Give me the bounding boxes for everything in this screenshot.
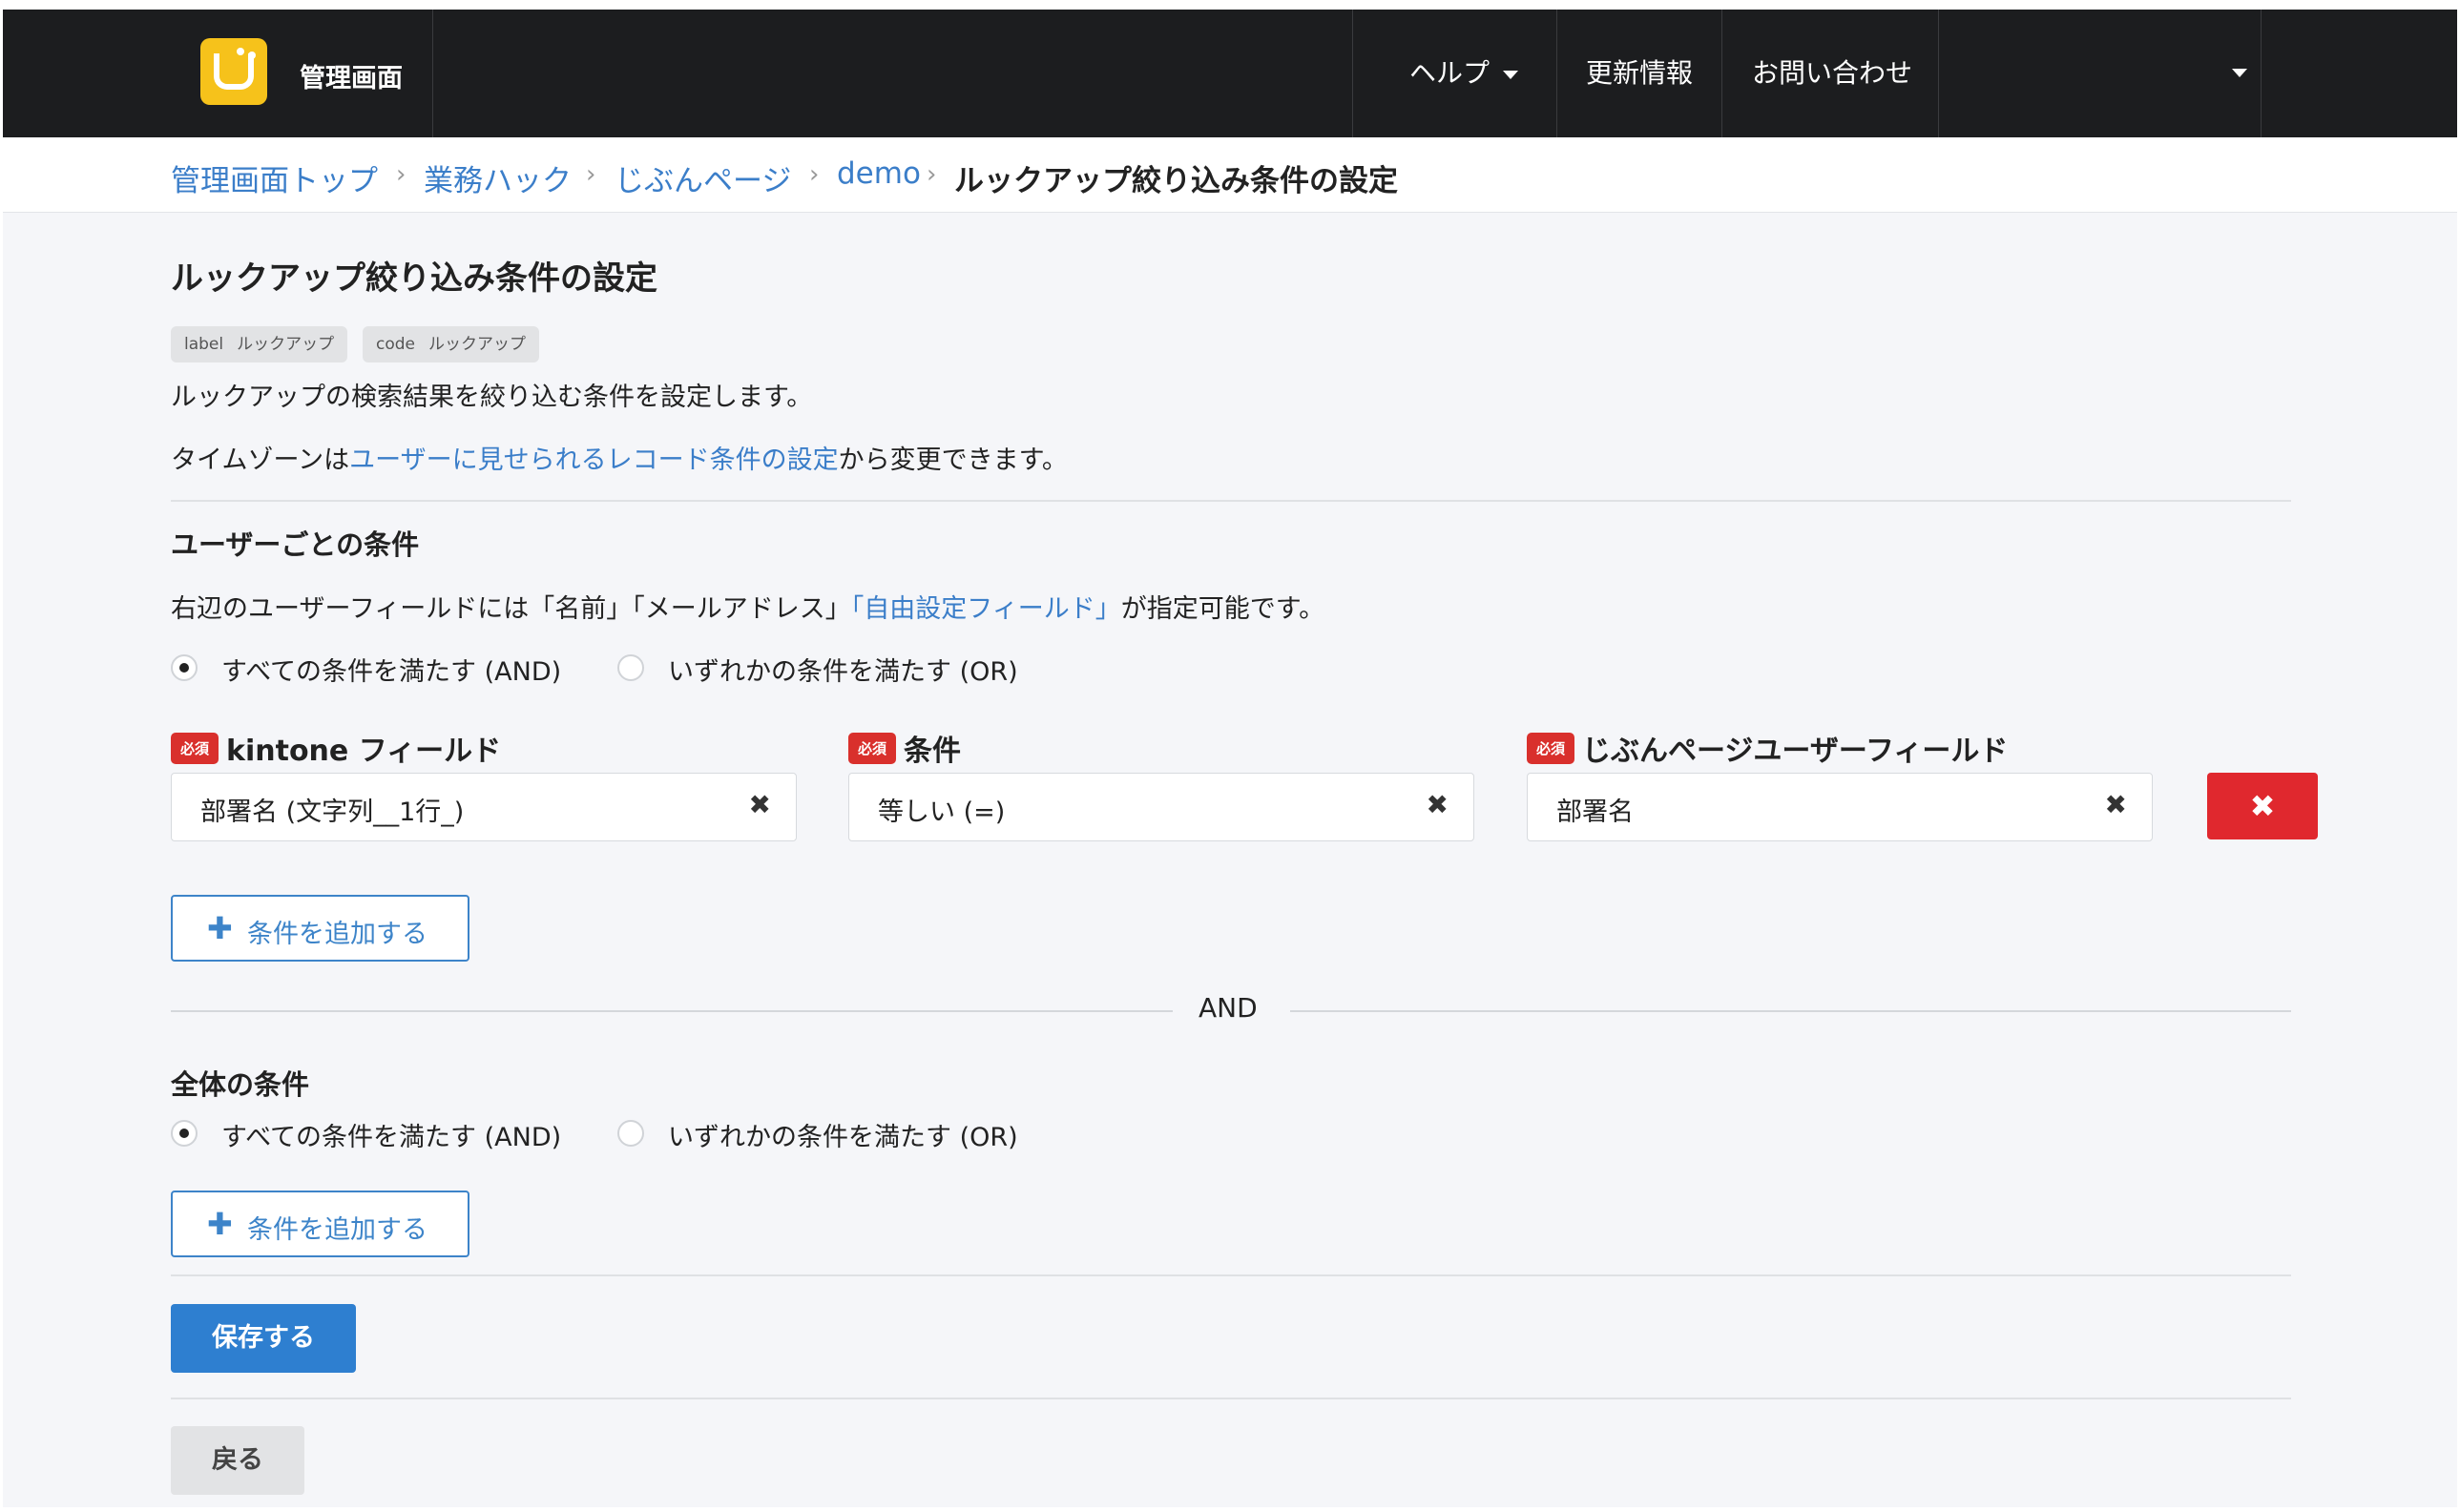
app-frame: 管理画面 ヘルプ 更新情報 お問い合わせ 管理画面トップ › 業務ハック › じ… — [3, 10, 2457, 1507]
page-title: ルックアップ絞り込み条件の設定 — [171, 259, 657, 298]
user-field-select[interactable]: 部署名 ✖ — [1527, 773, 2153, 841]
back-button[interactable]: 戻る — [171, 1426, 304, 1495]
nav-help-label: ヘルプ — [1409, 57, 1491, 89]
save-button[interactable]: 保存する — [171, 1304, 356, 1373]
divider — [2261, 10, 2262, 137]
divider — [171, 500, 2291, 502]
user-conditions-title: ユーザーごとの条件 — [171, 528, 420, 561]
global-match-mode: すべての条件を満たす (AND) いずれかの条件を満たす (OR) — [171, 1116, 1125, 1154]
divider — [432, 10, 433, 137]
breadcrumb-separator-icon: › — [396, 160, 407, 189]
breadcrumb-current: ルックアップ絞り込み条件の設定 — [954, 164, 1398, 198]
plus-icon: ✚ — [207, 1206, 233, 1242]
breadcrumb-item-admin-top[interactable]: 管理画面トップ — [171, 156, 378, 199]
close-icon: ✖ — [2249, 788, 2276, 824]
global-or-label[interactable]: いずれかの条件を満たす (OR) — [668, 1116, 1018, 1153]
delete-condition-button[interactable]: ✖ — [2207, 773, 2318, 839]
user-and-radio[interactable] — [171, 654, 198, 681]
divider — [1721, 10, 1722, 137]
required-badge: 必須 — [848, 732, 897, 764]
breadcrumb-separator-icon: › — [927, 160, 937, 189]
user-field-label: 必須 じぶんページユーザーフィールド — [1527, 727, 2008, 768]
code-tag: code ルックアップ — [363, 326, 539, 362]
timezone-note: タイムゾーンはユーザーに見せられるレコード条件の設定から変更できます。 — [171, 439, 1068, 476]
user-menu-dropdown[interactable] — [1936, 10, 2261, 137]
user-field-note-suffix: が指定可能です。 — [1120, 594, 1325, 624]
clear-icon[interactable]: ✖ — [2105, 789, 2127, 820]
record-condition-settings-link[interactable]: ユーザーに見せられるレコード条件の設定 — [349, 445, 838, 475]
required-badge: 必須 — [171, 732, 219, 764]
add-global-condition-button[interactable]: ✚ 条件を追加する — [171, 1191, 469, 1257]
plus-icon: ✚ — [207, 910, 233, 946]
app-title: 管理画面 — [300, 64, 403, 93]
nav-updates-label: 更新情報 — [1586, 57, 1694, 89]
divider — [171, 1274, 2291, 1276]
divider-line-left — [171, 1010, 1173, 1012]
page-description: ルックアップの検索結果を絞り込む条件を設定します。 — [171, 383, 813, 412]
global-or-radio[interactable] — [617, 1120, 644, 1147]
kintone-field-select[interactable]: 部署名 (文字列__1行_) ✖ — [171, 773, 797, 841]
nav-contact-link[interactable]: お問い合わせ — [1752, 10, 1912, 137]
divider — [1556, 10, 1557, 137]
app-logo-link[interactable]: 管理画面 — [200, 38, 429, 109]
divider-line-right — [1290, 1010, 2291, 1012]
and-divider: AND — [171, 992, 2291, 1030]
global-conditions-title: 全体の条件 — [171, 1068, 310, 1101]
kintone-field-value: 部署名 (文字列__1行_) — [200, 797, 465, 827]
clear-icon[interactable]: ✖ — [1427, 789, 1449, 820]
breadcrumb-separator-icon: › — [586, 160, 596, 189]
condition-label: 必須 条件 — [848, 727, 961, 768]
global-and-radio[interactable] — [171, 1120, 198, 1147]
user-match-mode: すべての条件を満たす (AND) いずれかの条件を満たす (OR) — [171, 651, 1125, 689]
breadcrumb: 管理画面トップ › 業務ハック › じぶんページ › demo › ルックアップ… — [3, 137, 2457, 213]
nav-help-menu[interactable]: ヘルプ — [1409, 10, 1519, 137]
timezone-prefix: タイムゾーンは — [171, 445, 350, 475]
breadcrumb-item-demo[interactable]: demo — [837, 156, 921, 191]
breadcrumb-item-jibun-page[interactable]: じぶんページ — [615, 156, 791, 199]
condition-select[interactable]: 等しい (=) ✖ — [848, 773, 1474, 841]
tag-key: code — [376, 335, 415, 354]
add-user-condition-label: 条件を追加する — [247, 920, 427, 949]
user-field-value: 部署名 — [1556, 797, 1634, 827]
nav-contact-label: お問い合わせ — [1752, 57, 1913, 89]
timezone-suffix: から変更できます。 — [838, 445, 1068, 475]
condition-value: 等しい (=) — [878, 797, 1006, 827]
user-and-label[interactable]: すべての条件を満たす (AND) — [221, 651, 561, 688]
required-badge: 必須 — [1527, 732, 1575, 764]
nav-updates-link[interactable]: 更新情報 — [1586, 10, 1693, 137]
user-field-label-text: じぶんページユーザーフィールド — [1582, 735, 2009, 768]
chevron-down-icon — [2232, 69, 2247, 77]
global-and-label[interactable]: すべての条件を満たす (AND) — [221, 1116, 561, 1153]
label-tag: label ルックアップ — [171, 326, 348, 362]
user-field-note-prefix: 右辺のユーザーフィールドには「名前」「メールアドレス」 — [171, 594, 851, 624]
add-global-condition-label: 条件を追加する — [247, 1215, 427, 1245]
user-or-radio[interactable] — [617, 654, 644, 681]
breadcrumb-item-gyomu-hack[interactable]: 業務ハック — [424, 156, 572, 199]
chevron-down-icon — [1503, 70, 1519, 79]
user-or-label[interactable]: いずれかの条件を満たす (OR) — [668, 651, 1018, 688]
tag-key: label — [184, 335, 224, 354]
tag-value: ルックアップ — [237, 335, 335, 354]
divider — [1352, 10, 1353, 137]
tag-value: ルックアップ — [428, 335, 526, 354]
divider — [171, 1398, 2291, 1399]
kintone-field-label: 必須 kintone フィールド — [171, 727, 501, 768]
breadcrumb-separator-icon: › — [809, 160, 820, 189]
app-logo-icon — [200, 38, 267, 105]
and-divider-label: AND — [1199, 992, 1258, 1024]
condition-label-text: 条件 — [904, 735, 962, 768]
clear-icon[interactable]: ✖ — [749, 789, 771, 820]
top-navigation-bar: 管理画面 ヘルプ 更新情報 お問い合わせ — [3, 10, 2457, 137]
user-field-note: 右辺のユーザーフィールドには「名前」「メールアドレス」「自由設定フィールド」が指… — [171, 588, 1324, 625]
add-user-condition-button[interactable]: ✚ 条件を追加する — [171, 895, 469, 962]
free-field-link[interactable]: 「自由設定フィールド」 — [851, 594, 1121, 624]
kintone-field-label-text: kintone フィールド — [226, 735, 502, 768]
